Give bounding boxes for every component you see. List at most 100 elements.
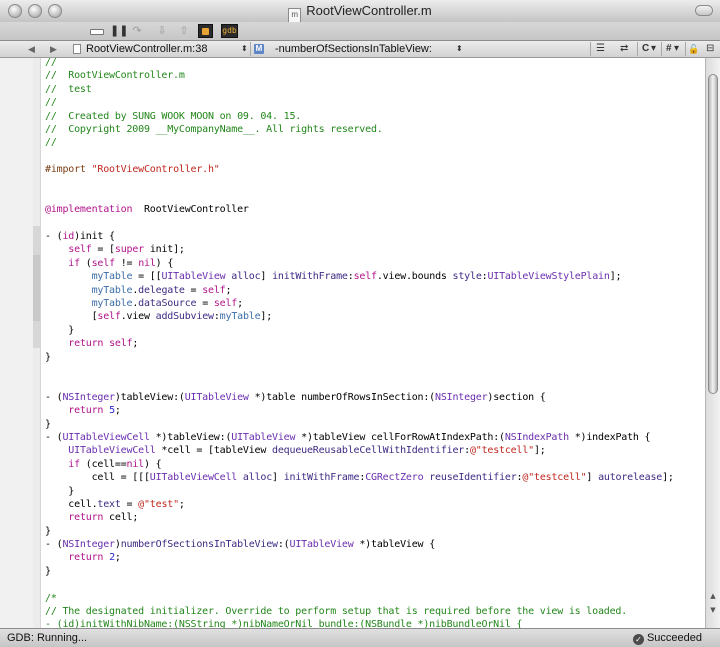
code-line[interactable]: }: [45, 351, 674, 364]
code-line[interactable]: [self.view addSubview:myTable];: [45, 310, 674, 323]
code-token: UITableViewCell: [68, 445, 156, 457]
source-code[interactable]: //// RootViewController.m// test//// Cre…: [45, 58, 674, 628]
code-token: NSIndexPath: [504, 431, 569, 443]
code-line[interactable]: }: [45, 418, 674, 431]
nav-divider: [590, 42, 591, 56]
code-line[interactable]: #import "RootViewController.h": [45, 163, 674, 176]
code-line[interactable]: if (cell==nil) {: [45, 458, 674, 471]
code-token: self: [353, 271, 377, 283]
title-bar[interactable]: m RootViewController.m: [0, 0, 720, 23]
debugger-status: GDB: Running...: [7, 632, 88, 644]
code-line[interactable]: }: [45, 565, 674, 578]
code-line[interactable]: ​: [45, 177, 674, 190]
code-line[interactable]: return cell;: [45, 511, 674, 524]
back-arrow-icon[interactable]: ◀: [28, 42, 35, 56]
scrollbar-thumb[interactable]: [708, 74, 718, 394]
nav-divider: [685, 42, 686, 56]
file-history-popup[interactable]: RootViewController.m:38: [86, 42, 207, 56]
code-line[interactable]: - (id)initWithNibName:(NSString *)nibNam…: [45, 618, 674, 628]
code-token: reuseIdentifier: [429, 472, 517, 484]
code-line[interactable]: ​: [45, 578, 674, 591]
code-token: @"testcell": [469, 445, 534, 457]
code-line[interactable]: - (UITableViewCell *)tableView:(UITableV…: [45, 431, 674, 444]
code-line[interactable]: self = [super init];: [45, 243, 674, 256]
code-line[interactable]: myTable.dataSource = self;: [45, 297, 674, 310]
code-line[interactable]: ​: [45, 150, 674, 163]
lock-icon[interactable]: 🔓: [688, 42, 699, 56]
code-token: UITableViewCell: [62, 431, 150, 443]
code-line[interactable]: ​: [45, 377, 674, 390]
code-line[interactable]: ​: [45, 190, 674, 203]
code-line[interactable]: }: [45, 324, 674, 337]
code-line[interactable]: if (self != nil) {: [45, 257, 674, 270]
code-token: // test: [45, 83, 92, 95]
step-out-icon[interactable]: ⇧: [177, 24, 191, 38]
code-token: ;: [114, 552, 121, 564]
code-token: - (: [45, 231, 63, 243]
debugger-window-icon[interactable]: [198, 24, 213, 38]
code-line[interactable]: return 2;: [45, 551, 674, 564]
forward-arrow-icon[interactable]: ▶: [50, 42, 57, 56]
code-line[interactable]: // The designated initializer. Override …: [45, 605, 674, 618]
code-editor[interactable]: //// RootViewController.m// test//// Cre…: [41, 58, 705, 628]
popup-caret-icon[interactable]: ⬍: [241, 42, 248, 56]
code-line[interactable]: return 5;: [45, 404, 674, 417]
code-token: }: [45, 351, 51, 363]
file-icon: [73, 44, 81, 54]
code-line[interactable]: - (id)init {: [45, 230, 674, 243]
step-over-icon[interactable]: ↷: [130, 24, 144, 38]
code-token: //: [45, 97, 57, 109]
code-line[interactable]: }: [45, 485, 674, 498]
line-gutter[interactable]: [0, 58, 34, 628]
clear-console-icon[interactable]: [88, 24, 106, 38]
code-line[interactable]: cell.text = @"test";: [45, 498, 674, 511]
code-line[interactable]: myTable = [[UITableView alloc] initWithF…: [45, 270, 674, 283]
popup-caret-icon[interactable]: ⬍: [456, 42, 463, 56]
scroll-down-icon[interactable]: ▼: [706, 604, 720, 616]
gdb-console-button[interactable]: gdb: [221, 24, 238, 38]
code-token: cell;: [103, 512, 139, 524]
code-line[interactable]: - (NSInteger)numberOfSectionsInTableView…: [45, 538, 674, 551]
fold-indicator[interactable]: [33, 255, 40, 321]
code-token: .view.bounds: [376, 271, 453, 283]
counterparts-icon[interactable]: ⇄: [620, 42, 628, 56]
dropdown-icon[interactable]: ▾: [651, 42, 656, 56]
bookmarks-icon[interactable]: ☰: [596, 42, 605, 56]
code-token: UITableView: [289, 539, 354, 551]
code-line[interactable]: // Copyright 2009 __MyCompanyName__. All…: [45, 123, 674, 136]
pause-button[interactable]: ❚❚: [110, 24, 128, 38]
vertical-scrollbar[interactable]: ▲ ▼: [705, 58, 720, 628]
code-line[interactable]: myTable.delegate = self;: [45, 284, 674, 297]
split-editor-icon[interactable]: ⊟: [706, 42, 714, 56]
code-token: id: [62, 231, 75, 243]
dropdown-icon[interactable]: ▾: [674, 42, 679, 56]
code-line[interactable]: //: [45, 96, 674, 109]
language-popup[interactable]: C: [642, 42, 649, 56]
step-into-icon[interactable]: ⇩: [155, 24, 169, 38]
code-line[interactable]: UITableViewCell *cell = [tableView deque…: [45, 444, 674, 457]
code-line[interactable]: ​: [45, 217, 674, 230]
code-line[interactable]: // test: [45, 83, 674, 96]
code-line[interactable]: - (NSInteger)tableView:(UITableView *)ta…: [45, 391, 674, 404]
scroll-up-icon[interactable]: ▲: [706, 590, 720, 602]
code-token: self: [91, 257, 115, 269]
code-line[interactable]: @implementation RootViewController: [45, 203, 674, 216]
code-line[interactable]: return self;: [45, 337, 674, 350]
code-line[interactable]: // RootViewController.m: [45, 69, 674, 82]
code-line[interactable]: /*: [45, 592, 674, 605]
code-token: ]: [586, 472, 599, 484]
function-popup[interactable]: -numberOfSectionsInTableView:: [275, 42, 432, 56]
build-status[interactable]: ✓ Succeeded: [632, 632, 702, 645]
code-line[interactable]: }: [45, 525, 674, 538]
code-token: =: [196, 298, 214, 310]
code-line[interactable]: //: [45, 58, 674, 69]
code-token: }: [45, 324, 75, 336]
code-line[interactable]: // Created by SUNG WOOK MOON on 09. 04. …: [45, 110, 674, 123]
pragma-popup[interactable]: #: [666, 42, 672, 56]
code-line[interactable]: cell = [[[UITableViewCell alloc] initWit…: [45, 471, 674, 484]
code-line[interactable]: //: [45, 136, 674, 149]
toolbar-toggle-button[interactable]: [695, 5, 713, 16]
code-line[interactable]: ​: [45, 364, 674, 377]
